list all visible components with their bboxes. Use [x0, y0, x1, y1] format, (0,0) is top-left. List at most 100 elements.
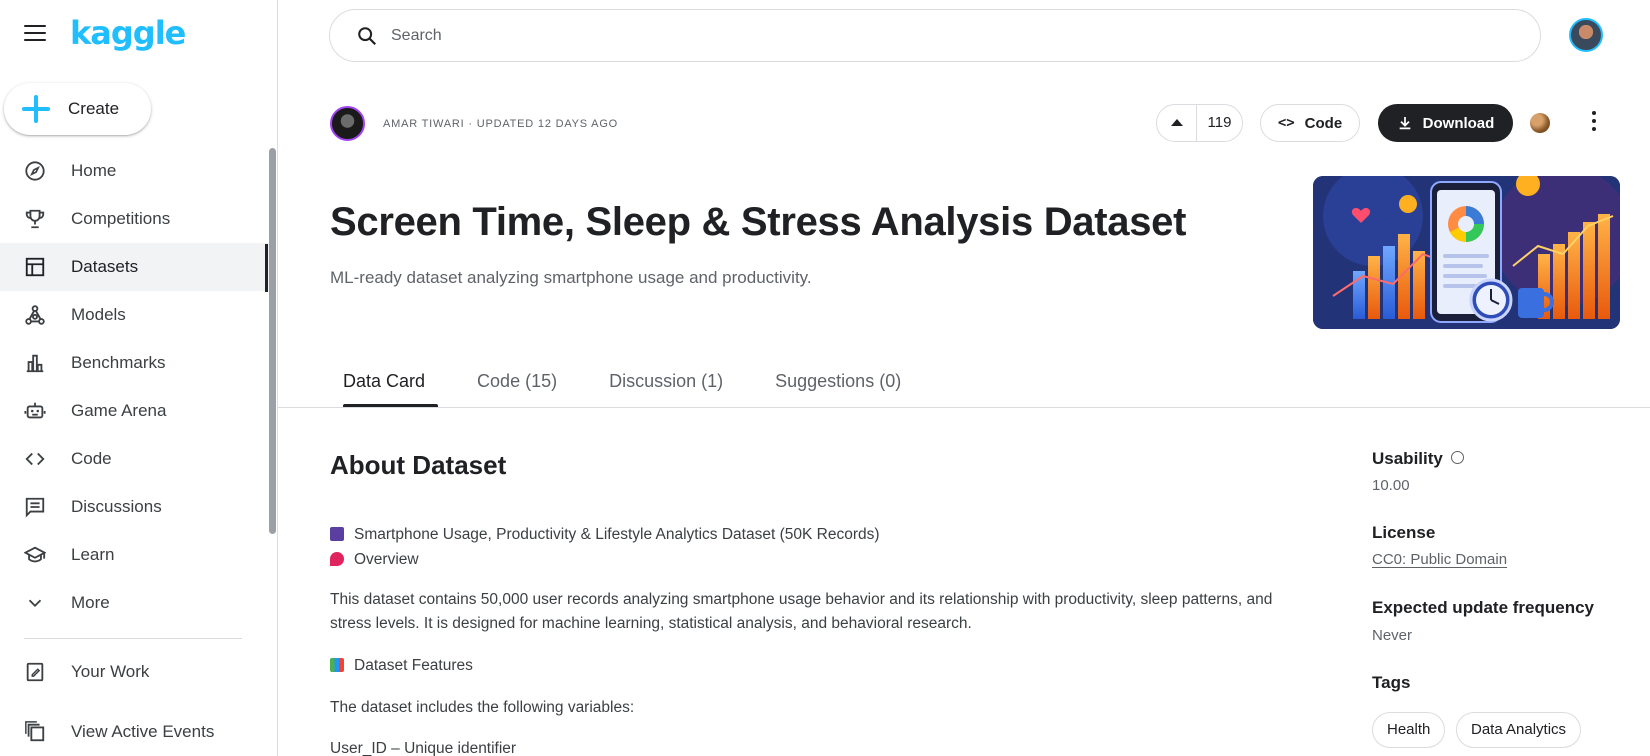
create-button[interactable]: Create: [4, 83, 151, 135]
content-text: Smartphone Usage, Productivity & Lifesty…: [354, 526, 880, 543]
school-icon: [24, 546, 46, 563]
user-avatar[interactable]: [1569, 18, 1603, 52]
table-icon: [25, 257, 45, 277]
upvote-button[interactable]: [1157, 105, 1197, 141]
sidebar-item-label: View Active Events: [71, 722, 215, 741]
sidebar-item-competitions[interactable]: Competitions: [0, 195, 270, 243]
sidebar-item-label: More: [71, 593, 110, 612]
content-text: Overview: [354, 551, 419, 568]
content-text: Dataset Features: [354, 657, 473, 674]
sidebar-item-label: Learn: [71, 545, 115, 564]
download-icon: [1399, 117, 1410, 130]
sidebar-tertiary-nav: View Active Events: [0, 708, 270, 756]
active-indicator: [265, 244, 268, 292]
compass-icon: [25, 161, 45, 181]
menu-icon[interactable]: [24, 25, 46, 43]
sidebar-item-label: Game Arena: [71, 401, 167, 420]
code-button[interactable]: <> Code: [1260, 104, 1360, 142]
sidebar-item-models[interactable]: Models: [0, 291, 270, 339]
sidebar-item-benchmarks[interactable]: Benchmarks: [0, 339, 270, 387]
usability-label-text: Usability: [1372, 449, 1443, 468]
upvote-widget: 119: [1156, 104, 1243, 142]
dataset-title: Screen Time, Sleep & Stress Analysis Dat…: [330, 200, 1187, 244]
dataset-subtitle: ML-ready dataset analyzing smartphone us…: [330, 268, 812, 287]
upvote-count: 119: [1207, 114, 1232, 131]
update-frequency-value: Never: [1372, 627, 1413, 644]
info-icon[interactable]: [1450, 451, 1464, 464]
sidebar-item-home[interactable]: Home: [0, 147, 270, 195]
sidebar-item-label: Competitions: [71, 209, 171, 228]
sidebar-item-label: Your Work: [71, 662, 150, 681]
search-input[interactable]: [391, 24, 1291, 48]
search-icon: [358, 27, 377, 46]
content-text: This dataset contains 50,000 user record…: [330, 591, 1273, 608]
sidebar-item-datasets[interactable]: Datasets: [0, 243, 270, 291]
sidebar-secondary-nav: Your Work: [0, 648, 270, 696]
sidebar-item-game-arena[interactable]: Game Arena: [0, 387, 270, 435]
tag-health[interactable]: Health: [1372, 712, 1446, 748]
sidebar-item-discussions[interactable]: Discussions: [0, 483, 270, 531]
content-text: User_ID – Unique identifier: [330, 740, 517, 756]
tab-suggestions[interactable]: Suggestions (0): [762, 362, 914, 408]
license-link[interactable]: CC0: Public Domain: [1372, 551, 1507, 568]
content-line: Dataset Features: [330, 654, 473, 678]
create-label: Create: [68, 99, 120, 118]
dataset-tabs: Data Card Code (15) Discussion (1) Sugge…: [330, 362, 940, 408]
tab-code[interactable]: Code (15): [464, 362, 570, 408]
license-label: License: [1372, 523, 1436, 542]
sidebar-item-your-work[interactable]: Your Work: [0, 648, 270, 696]
code-icon: <>: [1277, 115, 1295, 131]
sidebar-header: kaggle: [0, 0, 278, 72]
sidebar-item-label: Code: [71, 449, 112, 468]
tab-discussion[interactable]: Discussion (1): [596, 362, 736, 408]
sidebar-item-code[interactable]: Code: [0, 435, 270, 483]
content-line: Smartphone Usage, Productivity & Lifesty…: [330, 523, 880, 547]
medal-icon[interactable]: [1530, 113, 1550, 133]
tag-data-analytics[interactable]: Data Analytics: [1456, 712, 1582, 748]
tab-data-card[interactable]: Data Card: [330, 362, 439, 408]
sidebar-item-label: Benchmarks: [71, 353, 166, 372]
trophy-icon: [25, 209, 45, 229]
sidebar: kaggle Create Home Competitions Datasets…: [0, 0, 278, 756]
sidebar-item-label: Models: [71, 305, 126, 324]
download-button-label: Download: [1422, 114, 1495, 132]
tags-label: Tags: [1372, 673, 1411, 692]
more-options-icon[interactable]: [1590, 111, 1598, 135]
sidebar-divider: [24, 638, 242, 639]
pushpin-icon: [330, 552, 344, 566]
bar-chart-icon: [26, 354, 44, 373]
sidebar-item-more[interactable]: More: [0, 579, 270, 627]
sidebar-nav: Home Competitions Datasets Models Benchm…: [0, 147, 270, 627]
usability-value: 10.00: [1372, 477, 1410, 494]
chevron-down-icon: [28, 599, 42, 608]
usability-label: Usability: [1372, 449, 1464, 469]
robot-icon: [24, 402, 46, 419]
sidebar-scrollbar[interactable]: [269, 148, 276, 534]
edit-note-icon: [26, 662, 44, 682]
stacked-pages-icon: [25, 721, 45, 742]
comment-icon: [25, 497, 45, 518]
sidebar-item-view-active-events[interactable]: View Active Events: [0, 708, 270, 756]
sidebar-item-learn[interactable]: Learn: [0, 531, 270, 579]
code-button-label: Code: [1304, 114, 1343, 132]
content-line: Overview: [330, 548, 419, 572]
bar-chart-icon: [330, 658, 344, 672]
models-icon: [25, 305, 45, 325]
sidebar-item-label: Datasets: [71, 257, 139, 276]
sidebar-item-label: Discussions: [71, 497, 162, 516]
sidebar-item-label: Home: [71, 161, 117, 180]
phone-icon: [330, 527, 344, 541]
content-text: The dataset includes the following varia…: [330, 699, 635, 716]
code-icon: [25, 452, 45, 466]
dataset-cover-image: [1313, 176, 1620, 329]
content-text: stress levels. It is designed for machin…: [330, 615, 972, 632]
owner-avatar[interactable]: [330, 106, 365, 141]
tabs-divider: [278, 407, 1650, 408]
plus-icon: [22, 95, 50, 123]
owner-updated-line[interactable]: AMAR TIWARI · UPDATED 12 DAYS AGO: [383, 118, 618, 130]
search-bar[interactable]: [329, 9, 1541, 62]
about-dataset-heading: About Dataset: [330, 450, 507, 480]
kaggle-logo[interactable]: kaggle: [70, 14, 186, 52]
download-button[interactable]: Download: [1378, 104, 1513, 142]
update-frequency-label: Expected update frequency: [1372, 598, 1595, 617]
